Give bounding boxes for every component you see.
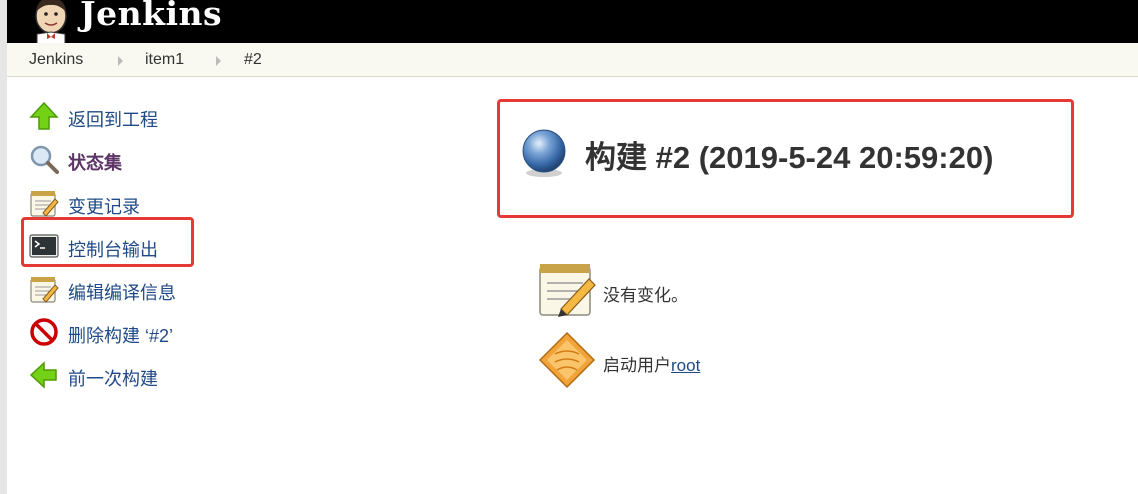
build-title: 构建 #2 (2019-5-24 20:59:20)	[585, 140, 994, 175]
task-label: 返回到工程	[68, 110, 158, 130]
breadcrumb-item-job[interactable]: item1	[145, 51, 184, 69]
no-entry-icon	[30, 318, 58, 346]
task-label: 状态集	[68, 153, 122, 173]
breadcrumb-item-jenkins[interactable]: Jenkins	[29, 51, 83, 69]
user-trigger-icon	[538, 331, 596, 389]
jenkins-logo-icon[interactable]	[27, 0, 75, 44]
console-output-highlight	[21, 217, 194, 267]
notepad-icon	[539, 264, 596, 317]
up-arrow-icon	[29, 101, 59, 130]
task-label: 删除构建 ‘#2’	[68, 326, 174, 346]
left-arrow-icon	[29, 361, 57, 389]
task-label: 编辑编译信息	[68, 283, 176, 303]
task-label: 变更记录	[68, 197, 140, 217]
breadcrumb-arrow-icon[interactable]	[118, 56, 123, 66]
started-by-text: 启动用户root	[603, 351, 700, 376]
started-by-user-link[interactable]: root	[671, 356, 700, 375]
search-icon	[30, 145, 59, 174]
page-gutter	[0, 0, 7, 494]
notepad-edit-icon	[30, 277, 59, 303]
brand-title[interactable]: Jenkins	[80, 0, 222, 33]
changes-text: 没有变化。	[603, 286, 688, 305]
breadcrumb: Jenkins item1 #2	[7, 43, 1138, 77]
page: Jenkins Jenkins item1 #2 返回到工程 状态集 变更记录 …	[7, 0, 1138, 494]
task-label: 前一次构建	[68, 369, 158, 389]
breadcrumb-item-build[interactable]: #2	[244, 51, 262, 69]
notepad-icon	[30, 191, 59, 217]
started-by-prefix: 启动用户	[603, 356, 671, 375]
status-ball-icon	[522, 129, 566, 177]
breadcrumb-arrow-icon[interactable]	[216, 56, 221, 66]
header: Jenkins	[7, 0, 1138, 44]
